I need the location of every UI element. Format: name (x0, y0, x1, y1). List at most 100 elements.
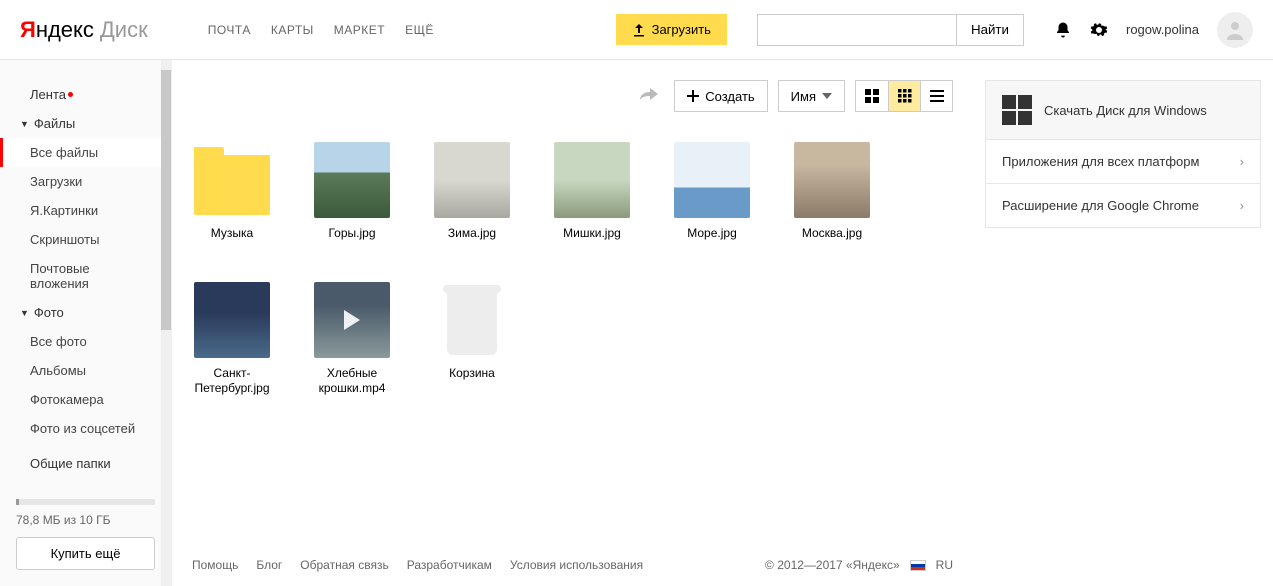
share-icon[interactable] (640, 86, 660, 107)
sidebar-ya-images[interactable]: Я.Картинки (0, 196, 171, 225)
file-label: Москва.jpg (792, 226, 872, 242)
file-label: Море.jpg (672, 226, 752, 242)
apps-all-platforms-card[interactable]: Приложения для всех платформ › (985, 139, 1261, 184)
sidebar-bottom: 78,8 МБ из 10 ГБ Купить ещё (0, 487, 171, 586)
sidebar-feed[interactable]: Лента (0, 80, 171, 109)
folder-icon (194, 142, 270, 218)
search-input[interactable] (757, 14, 957, 46)
sidebar-downloads[interactable]: Загрузки (0, 167, 171, 196)
logo-rest: ндекс (36, 17, 94, 43)
caret-down-icon: ▼ (20, 119, 29, 129)
nav-maps[interactable]: КАРТЫ (271, 23, 314, 37)
header: Яндекс Диск ПОЧТА КАРТЫ МАРКЕТ ЕЩЁ Загру… (0, 0, 1273, 60)
file-label: Санкт-Петербург.jpg (192, 366, 272, 397)
nav-market[interactable]: МАРКЕТ (334, 23, 385, 37)
gear-icon[interactable] (1090, 21, 1108, 39)
sidebar-shared[interactable]: Общие папки (0, 449, 171, 478)
sort-button[interactable]: Имя (778, 80, 845, 112)
chevron-right-icon: › (1240, 198, 1244, 213)
sidebar-all-files[interactable]: Все файлы (0, 138, 171, 167)
view-small-tiles[interactable] (888, 81, 920, 111)
logo-disk: Диск (100, 17, 148, 43)
upload-label: Загрузить (652, 22, 711, 37)
sort-label: Имя (791, 89, 816, 104)
sidebar: Лента ▼Файлы Все файлы Загрузки Я.Картин… (0, 60, 172, 586)
file-thumbnail (554, 142, 630, 218)
sidebar-photo[interactable]: ▼Фото (0, 298, 171, 327)
footer-blog[interactable]: Блог (256, 558, 282, 572)
bell-icon[interactable] (1054, 21, 1072, 39)
username[interactable]: rogow.polina (1126, 22, 1199, 37)
plus-icon (687, 90, 699, 102)
sidebar-mail-attach[interactable]: Почтовые вложения (0, 254, 171, 298)
nav-more[interactable]: ЕЩЁ (405, 23, 434, 37)
chrome-extension-card[interactable]: Расширение для Google Chrome › (985, 183, 1261, 228)
footer-help[interactable]: Помощь (192, 558, 238, 572)
footer-copyright: © 2012—2017 «Яндекс» (765, 558, 900, 572)
notification-dot-icon (68, 92, 73, 97)
sidebar-scrollbar-thumb[interactable] (161, 70, 171, 330)
chevron-down-icon (822, 93, 832, 99)
file-item[interactable]: Мишки.jpg (552, 142, 632, 242)
file-item[interactable]: Хлебные крошки.mp4 (312, 282, 392, 397)
apps-label: Приложения для всех платформ (1002, 154, 1199, 169)
sidebar-files[interactable]: ▼Файлы (0, 109, 171, 138)
file-item[interactable]: Корзина (432, 282, 512, 397)
sidebar-social-photos[interactable]: Фото из соцсетей (0, 414, 171, 443)
sidebar-albums[interactable]: Альбомы (0, 356, 171, 385)
file-label: Хлебные крошки.mp4 (312, 366, 392, 397)
sidebar-all-photos[interactable]: Все фото (0, 327, 171, 356)
main: Создать Имя Музыка Горы.jpg Зима.jpg Мишки.… (172, 60, 1273, 586)
view-list[interactable] (920, 81, 952, 111)
file-thumbnail (434, 142, 510, 218)
upload-button[interactable]: Загрузить (616, 14, 727, 45)
footer-right: © 2012—2017 «Яндекс» RU (765, 558, 953, 572)
footer-developers[interactable]: Разработчикам (407, 558, 492, 572)
chevron-right-icon: › (1240, 154, 1244, 169)
buy-more-button[interactable]: Купить ещё (16, 537, 155, 570)
search-button[interactable]: Найти (957, 14, 1024, 46)
ext-label: Расширение для Google Chrome (1002, 198, 1199, 213)
storage-fill (16, 499, 19, 505)
sidebar-camera[interactable]: Фотокамера (0, 385, 171, 414)
file-label: Корзина (432, 366, 512, 382)
sidebar-scrollbar[interactable] (161, 60, 171, 586)
nav-mail[interactable]: ПОЧТА (208, 23, 251, 37)
download-windows-label: Скачать Диск для Windows (1044, 103, 1207, 118)
file-label: Мишки.jpg (552, 226, 632, 242)
file-item[interactable]: Горы.jpg (312, 142, 392, 242)
content: Создать Имя Музыка Горы.jpg Зима.jpg Мишки.… (172, 60, 973, 586)
file-item[interactable]: Санкт-Петербург.jpg (192, 282, 272, 397)
file-thumbnail (194, 282, 270, 358)
toolbar: Создать Имя (192, 80, 953, 112)
sidebar-screenshots[interactable]: Скриншоты (0, 225, 171, 254)
layout: Лента ▼Файлы Все файлы Загрузки Я.Картин… (0, 60, 1273, 586)
footer-terms[interactable]: Условия использования (510, 558, 643, 572)
create-button[interactable]: Создать (674, 80, 767, 112)
file-item[interactable]: Музыка (192, 142, 272, 242)
view-toggle (855, 80, 953, 112)
top-nav: ПОЧТА КАРТЫ МАРКЕТ ЕЩЁ (208, 23, 434, 37)
file-item[interactable]: Москва.jpg (792, 142, 872, 242)
files-grid: Музыка Горы.jpg Зима.jpg Мишки.jpg Море.jpg М… (192, 142, 953, 397)
footer-links: Помощь Блог Обратная связь Разработчикам… (192, 558, 643, 572)
file-item[interactable]: Море.jpg (672, 142, 752, 242)
file-thumbnail (674, 142, 750, 218)
caret-down-icon: ▼ (20, 308, 29, 318)
file-thumbnail (794, 142, 870, 218)
header-icons: rogow.polina (1054, 12, 1253, 48)
file-label: Зима.jpg (432, 226, 512, 242)
file-thumbnail (314, 282, 390, 358)
footer-feedback[interactable]: Обратная связь (300, 558, 388, 572)
right-panel: Скачать Диск для Windows Приложения для … (973, 60, 1273, 586)
download-windows-card[interactable]: Скачать Диск для Windows (985, 80, 1261, 140)
upload-icon (632, 23, 646, 37)
logo-ya: Я (20, 17, 36, 43)
file-item[interactable]: Зима.jpg (432, 142, 512, 242)
avatar[interactable] (1217, 12, 1253, 48)
file-label: Музыка (192, 226, 272, 242)
footer-lang[interactable]: RU (936, 558, 953, 572)
view-large-tiles[interactable] (856, 81, 888, 111)
footer: Помощь Блог Обратная связь Разработчикам… (192, 544, 953, 586)
logo[interactable]: Яндекс Диск (20, 17, 148, 43)
